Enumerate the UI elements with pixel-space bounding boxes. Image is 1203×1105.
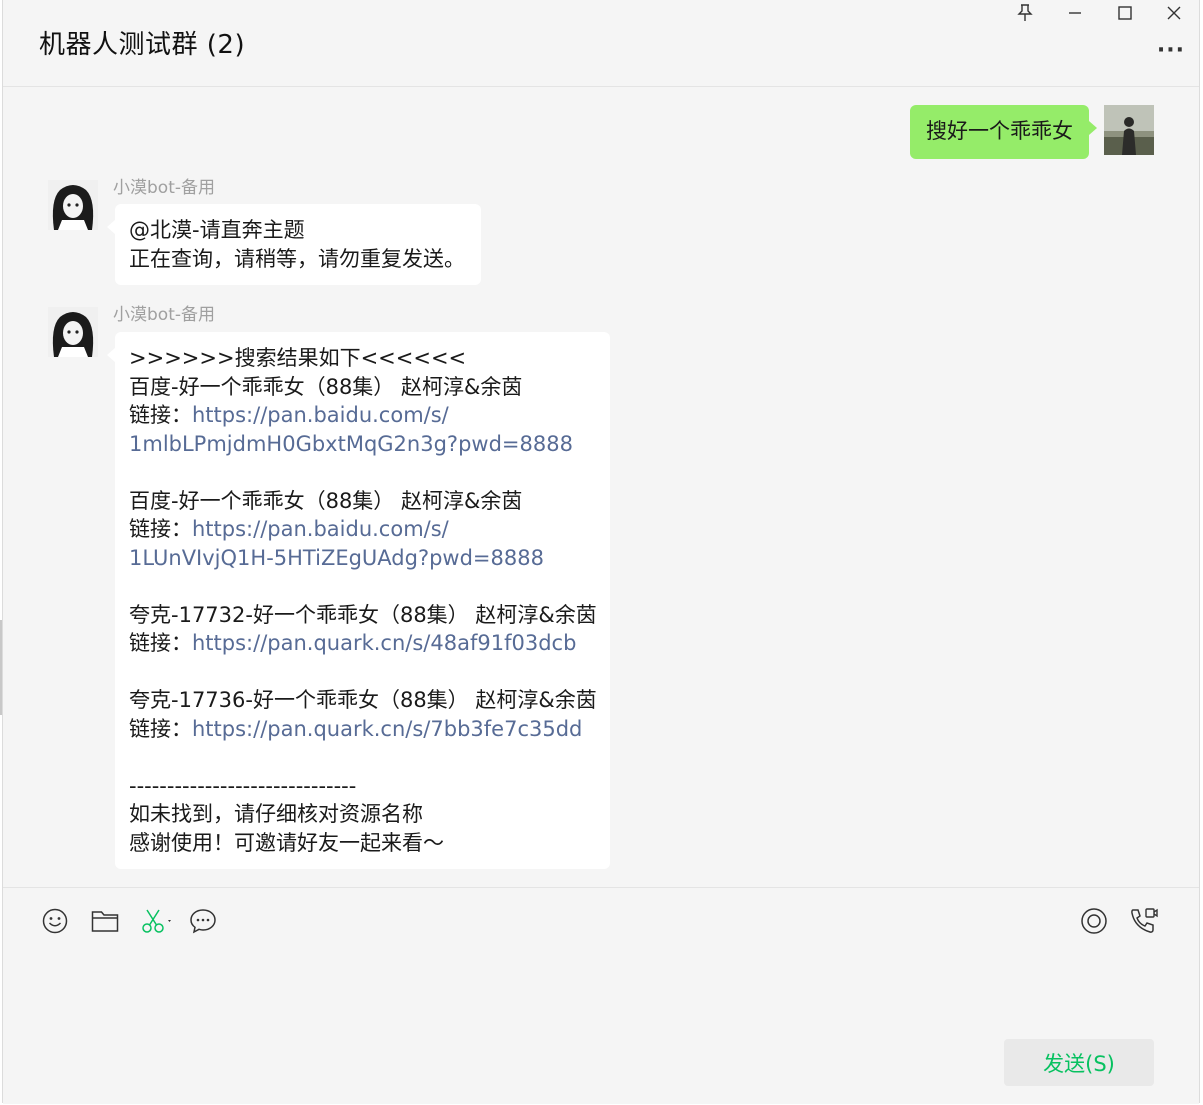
link-label: 链接： bbox=[129, 403, 192, 427]
footer-line: 感谢使用！可邀请好友一起来看～ bbox=[129, 830, 444, 855]
chat-window: 机器人测试群 (2) ··· 搜好一个乖乖女 小漠bot-备用 @北漠-请直奔主… bbox=[2, 0, 1200, 1104]
sender-name: 小漠bot-备用 bbox=[113, 178, 215, 198]
more-options-icon[interactable]: ··· bbox=[1157, 38, 1185, 63]
live-icon[interactable] bbox=[1079, 906, 1109, 936]
chat-title: 机器人测试群 (2) bbox=[39, 30, 246, 60]
emoji-icon[interactable] bbox=[40, 906, 70, 936]
folder-icon[interactable] bbox=[90, 906, 120, 936]
send-button[interactable]: 发送(S) bbox=[1004, 1039, 1154, 1086]
message-input[interactable] bbox=[33, 958, 1169, 1028]
result-link-row: 链接：https://pan.quark.cn/s/48af91f03dcb bbox=[129, 629, 596, 658]
result-link-row: 链接：https://pan.baidu.com/s/ bbox=[129, 401, 596, 430]
result-link-continued[interactable]: 1mlbLPmjdmH0GbxtMqG2n3g?pwd=8888 bbox=[129, 430, 596, 459]
screenshot-scissors-icon[interactable] bbox=[138, 906, 178, 936]
maximize-icon[interactable] bbox=[1105, 2, 1145, 24]
link-label: 链接： bbox=[129, 631, 192, 655]
link-label: 链接： bbox=[129, 517, 192, 541]
bot-avatar[interactable] bbox=[48, 307, 98, 357]
result-title: 夸克-17732-好一个乖乖女（88集） 赵柯淳&余茵 bbox=[129, 602, 597, 627]
message-bubble-incoming[interactable]: @北漠-请直奔主题 正在查询，请稍等，请勿重复发送。 bbox=[107, 204, 481, 285]
message-line: 正在查询，请稍等，请勿重复发送。 bbox=[129, 246, 465, 271]
result-link[interactable]: https://pan.baidu.com/s/ bbox=[192, 403, 449, 427]
voice-video-call-icon[interactable] bbox=[1129, 906, 1159, 936]
close-icon[interactable] bbox=[1154, 2, 1194, 24]
message-bubble-search-results[interactable]: >>>>>>搜索结果如下<<<<<< 百度-好一个乖乖女（88集） 赵柯淳&余茵… bbox=[107, 332, 610, 869]
result-link-row: 链接：https://pan.baidu.com/s/ bbox=[129, 515, 596, 544]
message-list[interactable]: 搜好一个乖乖女 小漠bot-备用 @北漠-请直奔主题 正在查询，请稍等，请勿重复… bbox=[3, 87, 1199, 887]
result-title: 百度-好一个乖乖女（88集） 赵柯淳&余茵 bbox=[129, 488, 523, 513]
footer-line: 如未找到，请仔细核对资源名称 bbox=[129, 802, 423, 826]
my-avatar[interactable] bbox=[1104, 105, 1154, 155]
sender-name: 小漠bot-备用 bbox=[113, 305, 215, 325]
link-label: 链接： bbox=[129, 716, 192, 741]
minimize-icon[interactable] bbox=[1055, 2, 1095, 24]
chat-history-icon[interactable] bbox=[188, 906, 218, 936]
input-area: 发送(S) bbox=[3, 887, 1199, 1104]
message-text: 搜好一个乖乖女 bbox=[926, 119, 1073, 143]
result-link-row: 链接：https://pan.quark.cn/s/7bb3fe7c35dd bbox=[129, 715, 596, 744]
title-bar: 机器人测试群 (2) ··· bbox=[3, 0, 1199, 87]
result-link[interactable]: https://pan.quark.cn/s/7bb3fe7c35dd bbox=[192, 717, 582, 741]
result-link[interactable]: https://pan.baidu.com/s/ bbox=[192, 517, 449, 541]
message-bubble-outgoing[interactable]: 搜好一个乖乖女 bbox=[910, 105, 1097, 159]
result-title: 百度-好一个乖乖女（88集） 赵柯淳&余茵 bbox=[129, 374, 523, 399]
pin-icon[interactable] bbox=[1005, 2, 1045, 24]
divider-text: ------------------------------ bbox=[129, 773, 357, 798]
result-link-continued[interactable]: 1LUnVIvjQ1H-5HTiZEgUAdg?pwd=8888 bbox=[129, 544, 596, 573]
result-title: 夸克-17736-好一个乖乖女（88集） 赵柯淳&余茵 bbox=[129, 688, 597, 712]
results-header: >>>>>>搜索结果如下<<<<<< bbox=[129, 346, 467, 370]
result-link[interactable]: https://pan.quark.cn/s/48af91f03dcb bbox=[192, 631, 576, 655]
bot-avatar[interactable] bbox=[48, 180, 98, 230]
window-edge bbox=[0, 620, 2, 715]
message-line: @北漠-请直奔主题 bbox=[129, 218, 305, 242]
